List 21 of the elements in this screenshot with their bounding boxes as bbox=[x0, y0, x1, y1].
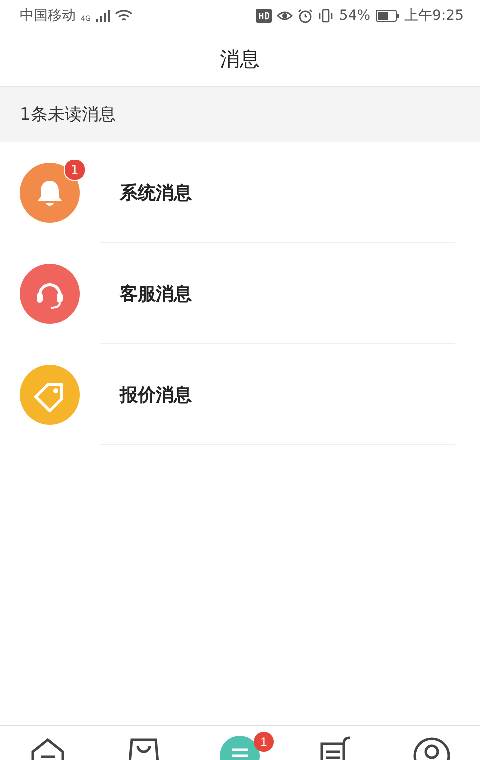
message-category: 报价消息 bbox=[120, 384, 192, 406]
tab-badge: 1 bbox=[254, 732, 274, 752]
carrier-name: 中国移动 bbox=[20, 7, 76, 25]
eye-icon bbox=[277, 9, 294, 23]
battery-percent: 54% bbox=[339, 8, 371, 24]
tab-bar-item[interactable]: 1 bbox=[192, 726, 288, 760]
clock-time: 上午9:25 bbox=[404, 7, 464, 25]
unread-badge: 1 bbox=[64, 158, 86, 180]
hd-icon bbox=[256, 9, 272, 23]
unread-summary: 1条未读消息 bbox=[20, 104, 116, 126]
wifi-icon bbox=[114, 9, 133, 23]
message-category: 系统消息 bbox=[120, 182, 192, 204]
alarm-icon bbox=[298, 8, 314, 24]
message-category: 客服消息 bbox=[120, 282, 192, 306]
message-row[interactable]: 报价消息 bbox=[0, 344, 480, 445]
page-title: 消息 bbox=[220, 46, 260, 72]
vibrate-icon bbox=[318, 9, 334, 23]
battery-icon bbox=[376, 10, 400, 22]
message-row[interactable]: 客服消息 bbox=[0, 243, 480, 344]
signal-icon bbox=[96, 10, 110, 22]
message-row[interactable]: 1 系统消息 bbox=[0, 142, 480, 243]
